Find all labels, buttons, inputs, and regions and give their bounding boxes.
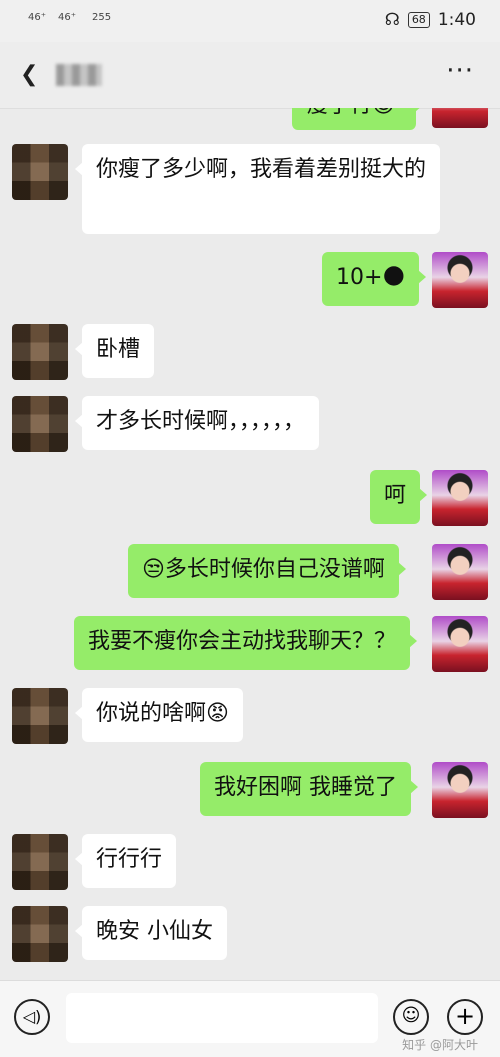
message-input[interactable] xyxy=(66,993,378,1043)
contact-avatar[interactable] xyxy=(12,906,68,962)
message-bubble-received[interactable]: 才多长时候啊，，，，，， xyxy=(74,396,320,450)
back-arrow-icon[interactable]: ❮ xyxy=(20,62,38,87)
message-text: 晚安 小仙女 xyxy=(96,919,213,944)
voice-icon[interactable]: ◁) xyxy=(14,999,50,1035)
contact-avatar[interactable] xyxy=(12,324,68,380)
message-bubble-received[interactable]: 行行行 xyxy=(74,834,177,888)
my-avatar[interactable] xyxy=(432,470,488,526)
message-bubble-sent[interactable]: 瘦了行😊 xyxy=(292,108,423,130)
message-bubble-received[interactable]: 晚安 小仙女 xyxy=(75,906,227,960)
message-bubble-sent[interactable]: 😒多长时候你自己没谱啊 xyxy=(128,544,406,598)
message-bubble-sent[interactable]: 我要不瘦你会主动找我聊天？？ xyxy=(74,616,418,670)
message-text: 卧槽 xyxy=(96,337,141,362)
my-avatar[interactable] xyxy=(432,252,488,308)
message-text: 我要不瘦你会主动找我聊天？？ xyxy=(88,629,397,654)
contact-name-blurred xyxy=(56,64,102,86)
status-right: ☊ 68 1:40 xyxy=(385,10,476,30)
contact-avatar[interactable] xyxy=(12,144,68,200)
contact-avatar[interactable] xyxy=(12,688,68,744)
message-text: 你瘦了多少啊，我看着差别挺大的 xyxy=(96,157,427,182)
signal-2-icon: 46⁺ xyxy=(58,12,77,23)
watermark: 知乎 @阿大叶 xyxy=(402,1038,478,1052)
message-bubble-sent[interactable]: 呵 xyxy=(370,470,428,524)
message-text: 我好困啊 我睡觉了 xyxy=(214,775,397,800)
my-avatar[interactable] xyxy=(432,544,488,600)
headphone-icon: ☊ xyxy=(384,10,400,30)
network-speed: 255 xyxy=(92,12,112,23)
chat-header: ❮ ··· xyxy=(0,42,500,109)
plus-icon[interactable]: + xyxy=(447,999,483,1035)
contact-avatar[interactable] xyxy=(12,834,68,890)
message-text: 瘦了行😊 xyxy=(306,108,395,118)
status-bar: 46⁺ 46⁺ 255 ☊ 68 1:40 xyxy=(0,0,500,42)
message-bubble-received[interactable]: 你瘦了多少啊，我看着差别挺大的 xyxy=(75,144,440,234)
message-text: 才多长时候啊，，，，，， xyxy=(96,409,306,434)
message-bubble-received[interactable]: 你说的啥啊😡 xyxy=(75,688,243,742)
battery-icon: 68 xyxy=(407,12,430,28)
chat-area[interactable]: 瘦了行😊 你瘦了多少啊，我看着差别挺大的 10+🌑 卧槽 才多长时候啊，，，，，… xyxy=(0,108,500,980)
message-text: 你说的啥啊😡 xyxy=(96,701,229,726)
message-text: 10+🌑 xyxy=(336,265,406,290)
emoji-icon[interactable]: ☺ xyxy=(393,999,429,1035)
message-bubble-sent[interactable]: 我好困啊 我睡觉了 xyxy=(200,762,418,816)
signal-1-icon: 46⁺ xyxy=(28,12,47,23)
contact-avatar[interactable] xyxy=(12,396,68,452)
message-bubble-received[interactable]: 卧槽 xyxy=(74,324,155,378)
message-text: 行行行 xyxy=(96,847,163,872)
my-avatar[interactable] xyxy=(432,762,488,818)
message-text: 呵 xyxy=(384,483,407,508)
clock: 1:40 xyxy=(437,10,476,30)
message-text: 😒多长时候你自己没谱啊 xyxy=(142,557,385,582)
my-avatar[interactable] xyxy=(432,108,488,128)
more-dots-icon[interactable]: ··· xyxy=(446,56,474,86)
message-bubble-sent[interactable]: 10+🌑 xyxy=(322,252,427,306)
my-avatar[interactable] xyxy=(432,616,488,672)
